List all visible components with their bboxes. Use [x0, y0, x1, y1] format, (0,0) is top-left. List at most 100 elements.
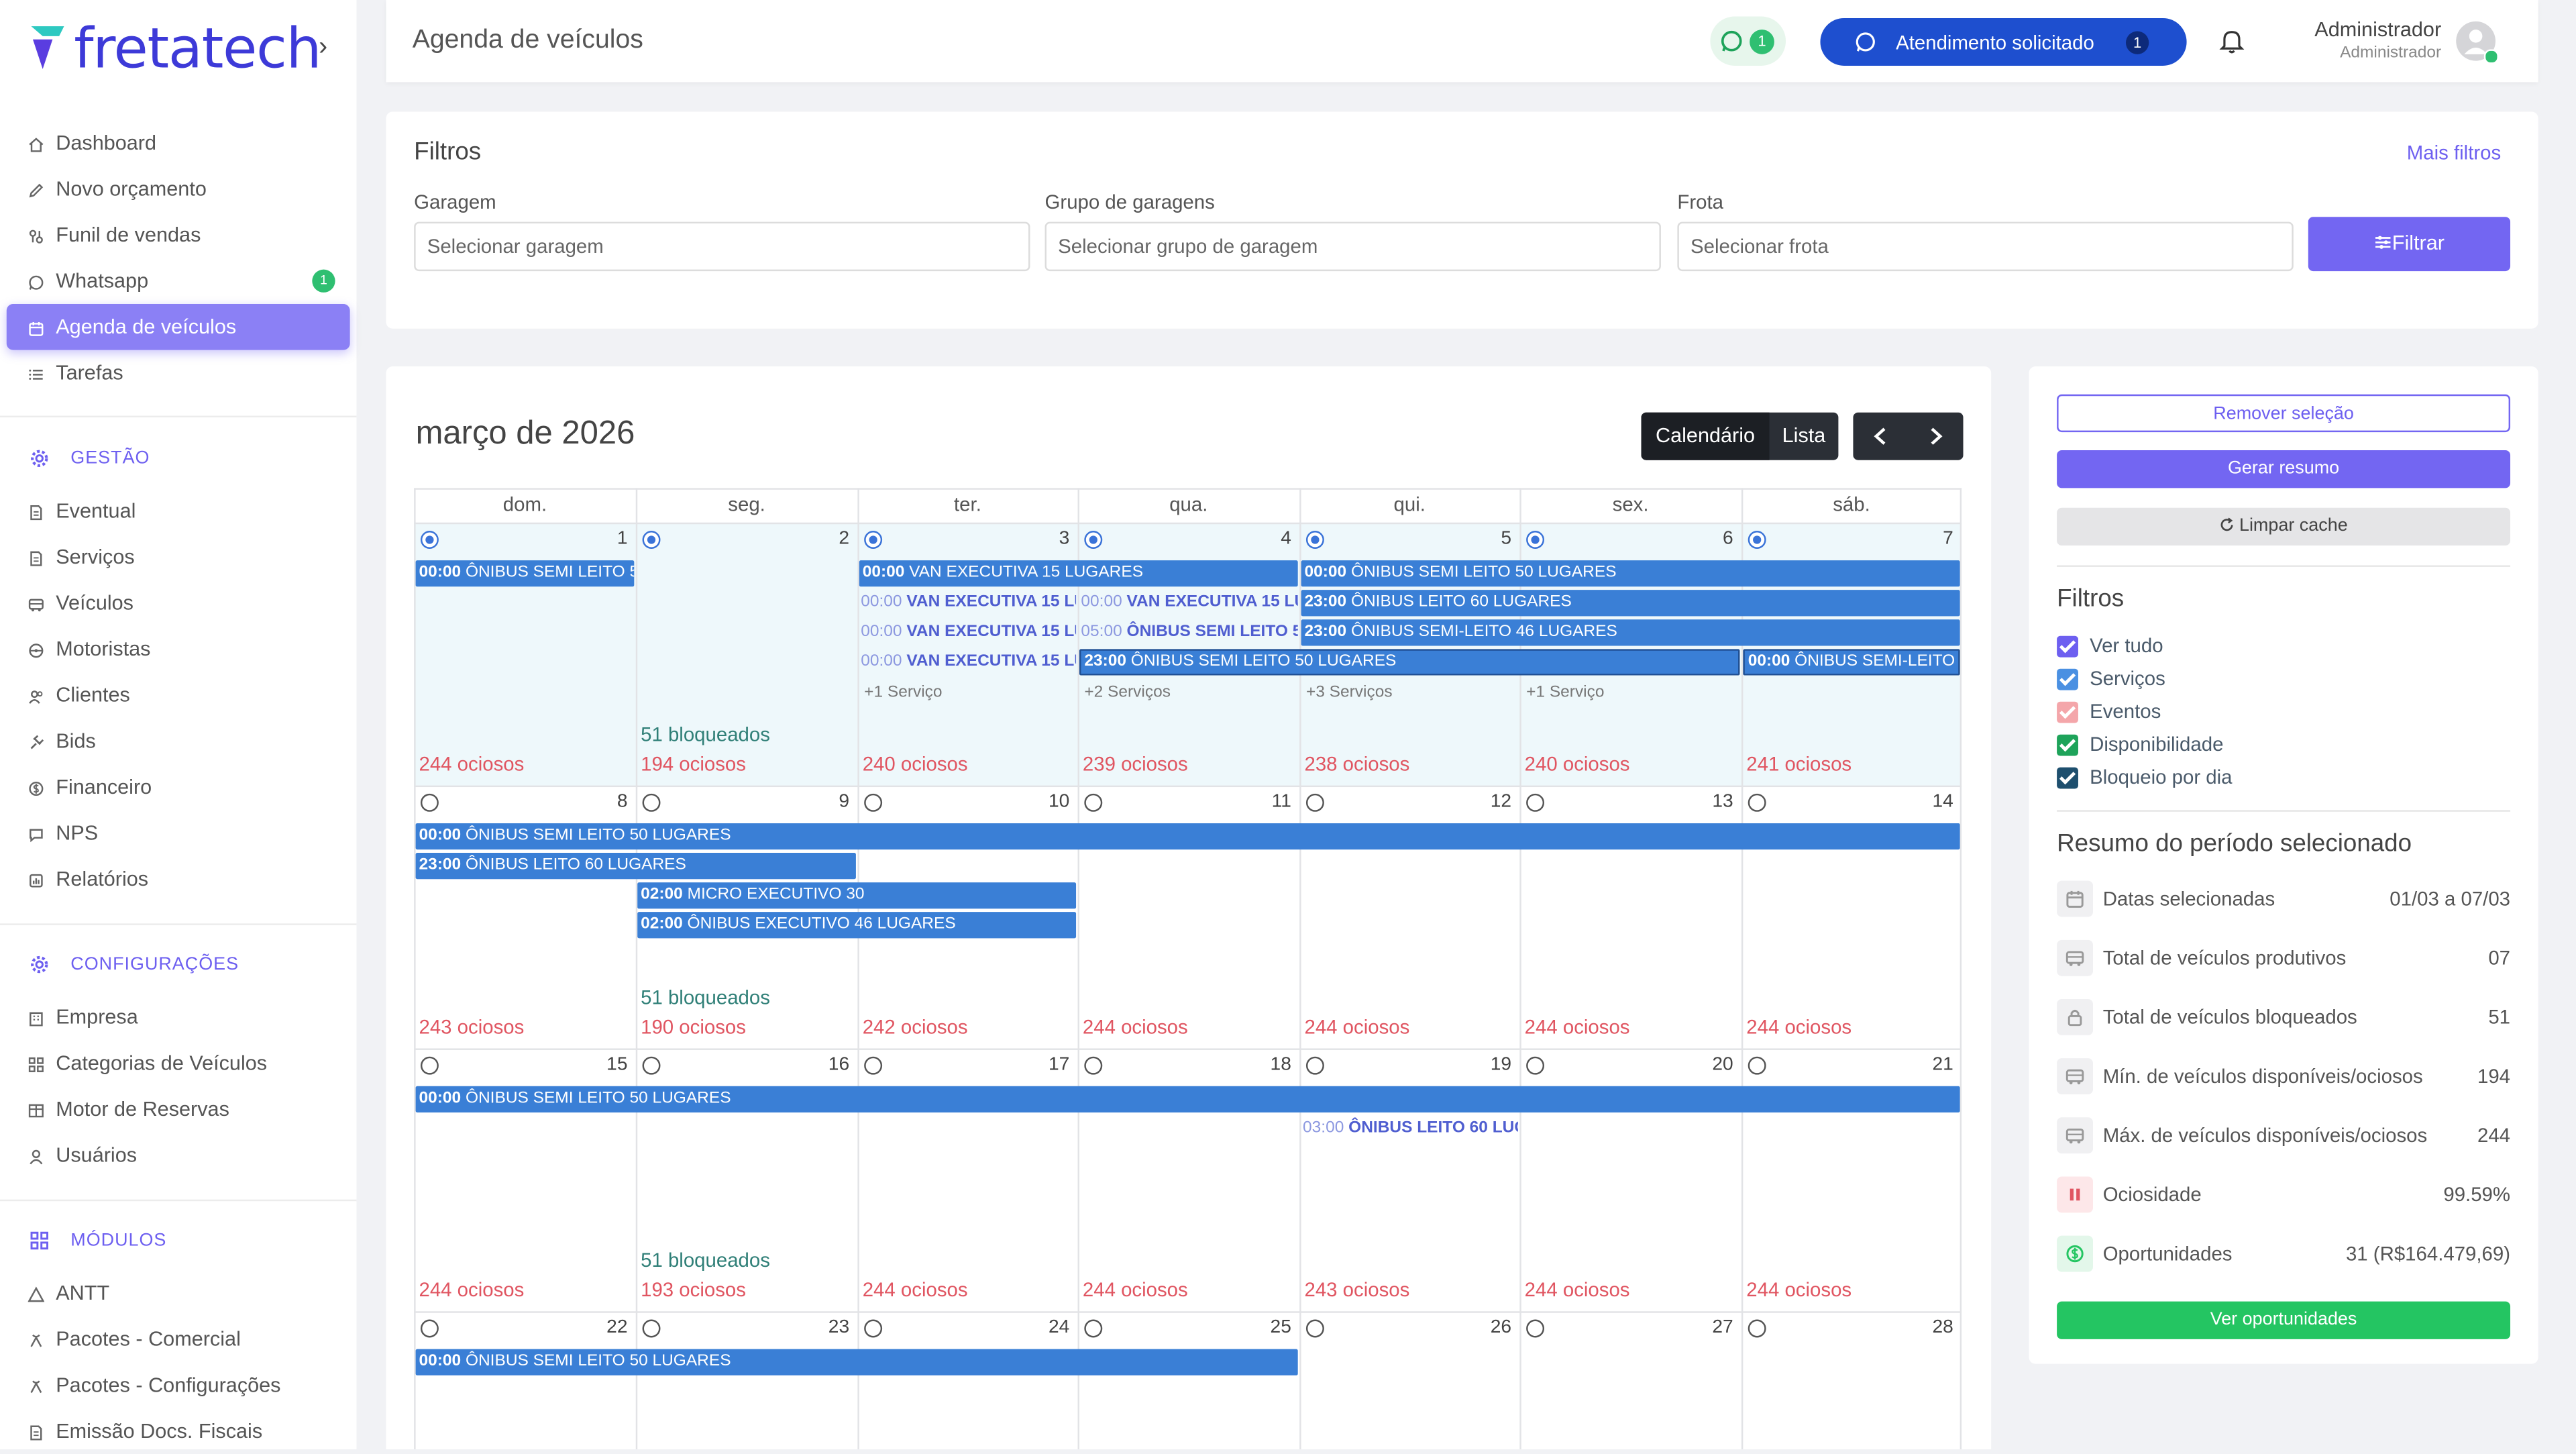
day-select-radio[interactable]: [1526, 531, 1545, 549]
more-services-link[interactable]: +2 Serviços: [1084, 684, 1171, 702]
sidebar-item-pacotes-configuracoes[interactable]: Pacotes - Configurações: [7, 1362, 350, 1408]
day-select-radio[interactable]: [864, 1056, 883, 1075]
day-select-radio[interactable]: [642, 531, 661, 549]
sidebar-item-clientes[interactable]: Clientes: [7, 672, 350, 719]
calendar-event[interactable]: 00:00 ÔNIBUS SEMI-LEITO 46 LUGARES: [1743, 649, 1960, 676]
idle-count[interactable]: 240 ociosos: [863, 753, 968, 776]
idle-count[interactable]: 244 ociosos: [1525, 1278, 1630, 1301]
calendar-event[interactable]: 00:00 VAN EXECUTIVA 15 LUGARES: [861, 619, 1076, 645]
day-select-radio[interactable]: [864, 793, 883, 812]
sidebar-item-motoristas[interactable]: Motoristas: [7, 626, 350, 672]
sidebar-toggle-icon[interactable]: ›: [319, 33, 327, 62]
sidebar-item-motor-de-reservas[interactable]: Motor de Reservas: [7, 1086, 350, 1133]
day-select-radio[interactable]: [1084, 531, 1103, 549]
sidebar-item-empresa[interactable]: Empresa: [7, 994, 350, 1041]
clear-cache-button[interactable]: Limpar cache: [2057, 507, 2511, 546]
idle-count[interactable]: 241 ociosos: [1746, 753, 1851, 776]
brand-logo[interactable]: fretatech ›: [30, 16, 341, 82]
day-select-radio[interactable]: [1748, 1056, 1766, 1075]
day-select-radio[interactable]: [1526, 1319, 1545, 1338]
idle-count[interactable]: 194 ociosos: [641, 753, 746, 776]
calendar-event[interactable]: 03:00 ÔNIBUS LEITO 60 LUGARES: [1303, 1116, 1518, 1142]
idle-count[interactable]: 190 ociosos: [641, 1015, 746, 1038]
more-services-link[interactable]: +3 Serviços: [1306, 684, 1393, 702]
calendar-event[interactable]: 00:00 ÔNIBUS SEMI LEITO 50 LUGARES: [415, 823, 1960, 850]
idle-count[interactable]: 244 ociosos: [1746, 1015, 1851, 1038]
generate-summary-button[interactable]: Gerar resumo: [2057, 450, 2511, 488]
calendar-event[interactable]: 05:00 ÔNIBUS SEMI LEITO 50 LUGARES: [1081, 619, 1297, 645]
sidebar-item-categorias-de-veiculos[interactable]: Categorias de Veículos: [7, 1040, 350, 1086]
idle-count[interactable]: 193 ociosos: [641, 1278, 746, 1301]
avatar[interactable]: [2456, 21, 2499, 64]
idle-count[interactable]: 244 ociosos: [419, 753, 524, 776]
day-select-radio[interactable]: [1305, 1056, 1324, 1075]
day-select-radio[interactable]: [1084, 1319, 1103, 1338]
calendar-event[interactable]: 00:00 ÔNIBUS SEMI LEITO 50 LUGARES: [415, 560, 635, 587]
day-select-radio[interactable]: [1526, 793, 1545, 812]
day-select-radio[interactable]: [1305, 793, 1324, 812]
idle-count[interactable]: 242 ociosos: [863, 1015, 968, 1038]
day-select-radio[interactable]: [864, 531, 883, 549]
sidebar-item-veiculos[interactable]: Veículos: [7, 580, 350, 626]
day-select-radio[interactable]: [642, 1319, 661, 1338]
sidebar-item-relatorios[interactable]: Relatórios: [7, 856, 350, 902]
day-select-radio[interactable]: [864, 1319, 883, 1338]
day-select-radio[interactable]: [420, 793, 439, 812]
day-select-radio[interactable]: [1305, 531, 1324, 549]
idle-count[interactable]: 243 ociosos: [1304, 1278, 1409, 1301]
day-select-radio[interactable]: [420, 1319, 439, 1338]
day-select-radio[interactable]: [1748, 1319, 1766, 1338]
day-select-radio[interactable]: [1084, 793, 1103, 812]
day-select-radio[interactable]: [420, 1056, 439, 1075]
day-select-radio[interactable]: [1748, 531, 1766, 549]
idle-count[interactable]: 244 ociosos: [1525, 1015, 1630, 1038]
frota-select[interactable]: Selecionar frota: [1677, 221, 2294, 272]
calendar-event[interactable]: 00:00 ÔNIBUS SEMI LEITO 50 LUGARES: [415, 1086, 1960, 1112]
sidebar-item-agenda-de-veiculos[interactable]: Agenda de veículos: [6, 304, 350, 350]
calendar-event[interactable]: 23:00 ÔNIBUS SEMI-LEITO 46 LUGARES: [1301, 619, 1960, 646]
chevron-left-icon[interactable]: [1853, 413, 1907, 460]
calendar-event[interactable]: 00:00 ÔNIBUS SEMI LEITO 50 LUGARES: [1301, 560, 1960, 587]
checkbox-disponibilidade[interactable]: [2057, 734, 2078, 756]
calendar-event[interactable]: 00:00 VAN EXECUTIVA 15 LUGARES: [861, 590, 1076, 616]
sidebar-item-dashboard[interactable]: Dashboard: [7, 120, 350, 166]
sidebar-item-whatsapp[interactable]: Whatsapp 1: [7, 258, 350, 304]
calendar-event[interactable]: 23:00 ÔNIBUS SEMI LEITO 50 LUGARES: [1079, 649, 1740, 676]
view-calendar-button[interactable]: Calendário: [1641, 412, 1770, 460]
calendar-event[interactable]: 00:00 VAN EXECUTIVA 15 LUGARES: [861, 649, 1076, 675]
blocked-count[interactable]: 51 bloqueados: [641, 723, 770, 746]
garagem-select[interactable]: Selecionar garagem: [414, 221, 1030, 272]
sidebar-item-funil-de-vendas[interactable]: Funil de vendas: [7, 212, 350, 258]
idle-count[interactable]: 244 ociosos: [1746, 1278, 1851, 1301]
calendar-event[interactable]: 00:00 ÔNIBUS SEMI LEITO 50 LUGARES: [415, 1349, 1298, 1375]
calendar-event[interactable]: 00:00 VAN EXECUTIVA 15 LUGARES: [859, 560, 1298, 587]
day-select-radio[interactable]: [1084, 1056, 1103, 1075]
sidebar-item-financeiro[interactable]: Financeiro: [7, 764, 350, 811]
view-list-button[interactable]: Lista: [1770, 413, 1839, 460]
idle-count[interactable]: 244 ociosos: [1304, 1015, 1409, 1038]
idle-count[interactable]: 244 ociosos: [863, 1278, 968, 1301]
sidebar-item-pacotes-comercial[interactable]: Pacotes - Comercial: [7, 1316, 350, 1363]
calendar-event[interactable]: 00:00 VAN EXECUTIVA 15 LUGARES: [1081, 590, 1297, 616]
grupo-select[interactable]: Selecionar grupo de garagem: [1044, 221, 1661, 272]
bell-icon[interactable]: [2219, 28, 2245, 54]
sidebar-item-nps[interactable]: NPS: [7, 810, 350, 856]
view-opportunities-button[interactable]: Ver oportunidades: [2057, 1301, 2511, 1339]
checkbox-ver-tudo[interactable]: [2057, 635, 2078, 658]
calendar-event[interactable]: 23:00 ÔNIBUS LEITO 60 LUGARES: [415, 853, 856, 880]
idle-count[interactable]: 244 ociosos: [1083, 1015, 1188, 1038]
calendar-event[interactable]: 02:00 MICRO EXECUTIVO 30: [637, 882, 1077, 909]
sidebar-item-servicos[interactable]: Serviços: [7, 534, 350, 580]
more-services-link[interactable]: +1 Serviço: [1526, 684, 1604, 702]
day-select-radio[interactable]: [420, 531, 439, 549]
sidebar-item-antt[interactable]: ANTT: [7, 1270, 350, 1316]
day-select-radio[interactable]: [1748, 793, 1766, 812]
sidebar-item-novo-orcamento[interactable]: Novo orçamento: [7, 166, 350, 212]
blocked-count[interactable]: 51 bloqueados: [641, 986, 770, 1008]
idle-count[interactable]: 244 ociosos: [419, 1278, 524, 1301]
remove-selection-button[interactable]: Remover seleção: [2057, 394, 2511, 433]
checkbox-bloqueio-por-dia[interactable]: [2057, 767, 2078, 789]
more-services-link[interactable]: +1 Serviço: [864, 684, 942, 702]
idle-count[interactable]: 238 ociosos: [1304, 753, 1409, 776]
whatsapp-button[interactable]: 1: [1710, 16, 1786, 66]
